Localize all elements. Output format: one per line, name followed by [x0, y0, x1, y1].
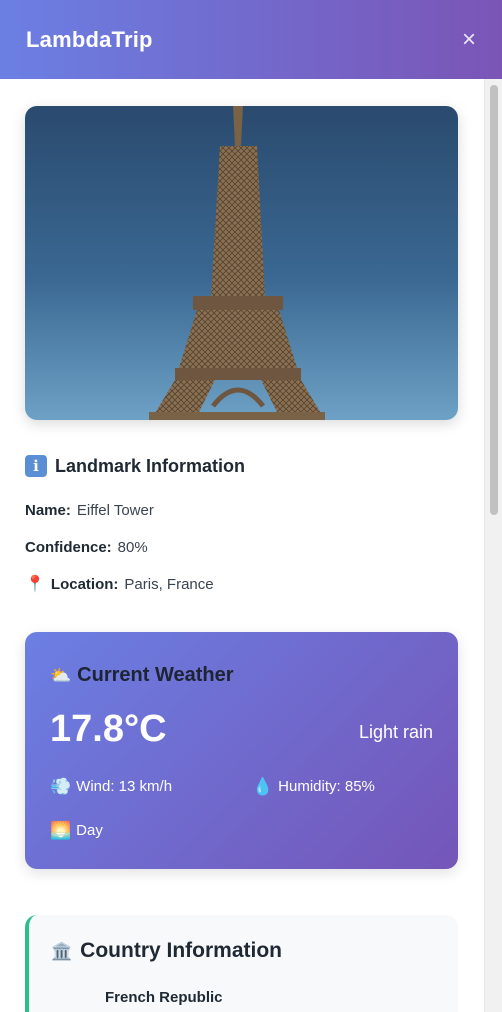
country-official-name: French Republic	[105, 989, 223, 1006]
scrollbar[interactable]	[484, 79, 502, 1012]
weather-section-title: ⛅ Current Weather	[50, 664, 234, 687]
location-value: Paris, France	[124, 575, 214, 593]
country-section-title: 🏛️ Country Information	[51, 939, 282, 963]
location-label: Location:	[50, 575, 119, 593]
humidity-value: Humidity: 85%	[278, 778, 375, 795]
confidence-row: Confidence: 80%	[25, 539, 148, 556]
sunrise-icon: 🌅	[50, 821, 72, 840]
country-heading: Country Information	[80, 939, 282, 962]
close-button[interactable]: ×	[462, 27, 476, 52]
temperature-value: 17.8°C	[50, 708, 167, 750]
period-value: Day	[76, 822, 103, 839]
period-detail: 🌅 Day	[50, 822, 103, 839]
main-scroll-area[interactable]: i Landmark Information Name: Eiffel Towe…	[0, 79, 502, 1012]
landmark-name: Eiffel Tower	[76, 502, 154, 519]
humidity-detail: 💧 Humidity: 85%	[252, 778, 375, 795]
app-title: LambdaTrip	[26, 26, 153, 52]
landmark-photo	[25, 106, 458, 420]
landmark-name-row: Name: Eiffel Tower	[25, 502, 154, 519]
app-header: LambdaTrip ×	[0, 0, 502, 79]
info-icon: i	[25, 455, 47, 477]
pin-icon: 📍	[25, 576, 45, 593]
location-row: 📍 Location: Paris, France	[25, 574, 214, 594]
sun-cloud-icon: ⛅	[50, 666, 72, 685]
bank-icon: 🏛️	[51, 941, 73, 961]
landmark-section-title: i Landmark Information	[25, 455, 245, 477]
scrollbar-thumb[interactable]	[490, 85, 498, 515]
country-card: 🏛️ Country Information French Republic	[25, 915, 458, 1012]
weather-heading: Current Weather	[77, 664, 234, 686]
wind-icon: 💨	[50, 777, 72, 796]
droplet-icon: 💧	[252, 777, 274, 796]
confidence-label: Confidence:	[25, 539, 112, 556]
name-label: Name:	[25, 502, 71, 519]
confidence-value: 80%	[117, 539, 148, 556]
wind-value: Wind: 13 km/h	[76, 778, 173, 795]
weather-card: ⛅ Current Weather 17.8°C Light rain 💨 Wi…	[25, 632, 458, 869]
landmark-heading: Landmark Information	[55, 455, 246, 476]
weather-condition: Light rain	[358, 722, 433, 742]
eiffel-tower-image	[149, 106, 325, 420]
wind-detail: 💨 Wind: 13 km/h	[50, 778, 172, 795]
